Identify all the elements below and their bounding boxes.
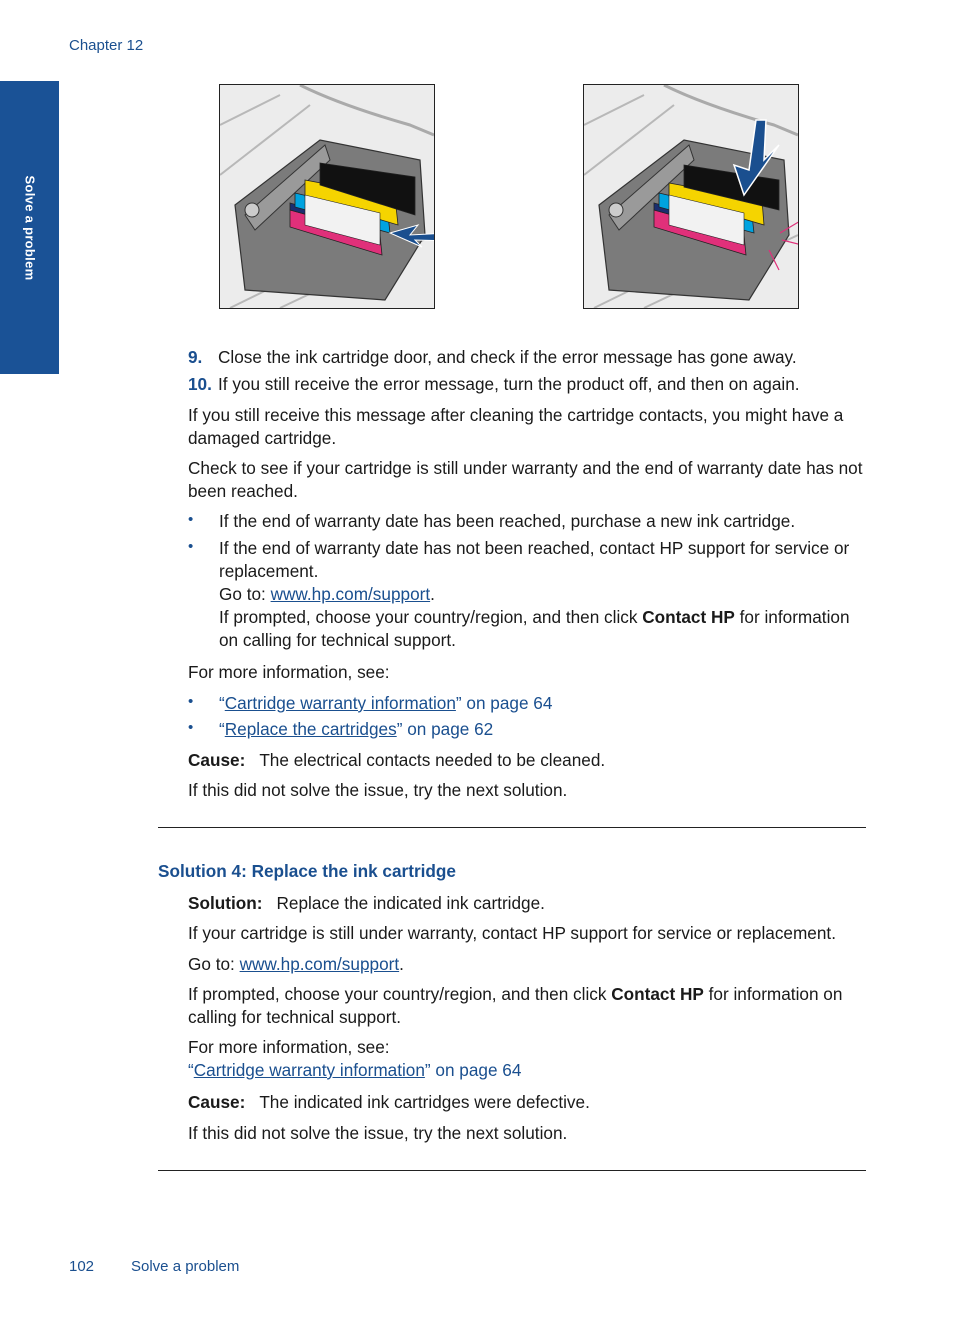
next-solution-note: If this did not solve the issue, try the… [188, 1123, 568, 1143]
bullet-warranty-reached: If the end of warranty date has been rea… [219, 511, 796, 531]
hp-support-link[interactable]: www.hp.com/support [271, 584, 431, 604]
contact-hp-label: Contact HP [642, 607, 735, 627]
goto-label: Go to: [188, 954, 240, 974]
footer-section-title: Solve a problem [131, 1258, 240, 1275]
bullet-text: If the end of warranty date has not been… [219, 538, 850, 581]
cause-text: The indicated ink cartridges were defect… [259, 1092, 590, 1112]
cause-solution-3: Cause: The electrical contacts needed to … [188, 749, 868, 772]
solution-4-prompt: If prompted, choose your country/region,… [188, 983, 868, 1029]
bullet-warranty-not-reached: If the end of warranty date has not been… [219, 537, 869, 652]
cartridge-warranty-link[interactable]: Cartridge warranty information [225, 693, 456, 713]
solution-4-warranty: If your cartridge is still under warrant… [188, 923, 836, 943]
goto-suffix: . [430, 584, 435, 604]
cause-label: Cause: [188, 750, 246, 770]
solution-text: Replace the indicated ink cartridge. [276, 893, 545, 913]
section-divider [158, 827, 866, 828]
solution-4-goto: Go to: www.hp.com/support. [188, 953, 868, 976]
page-ref: ” on page 64 [424, 1060, 522, 1080]
prompt-text: If prompted, choose your country/region,… [219, 607, 643, 627]
hp-support-link[interactable]: www.hp.com/support [240, 954, 400, 974]
bullet-icon: • [188, 511, 194, 528]
step-10: 10. If you still receive the error messag… [188, 373, 868, 396]
solution-label: Solution: [188, 893, 263, 913]
more-info-label: For more information, see: [188, 662, 390, 682]
chapter-header: Chapter 12 [69, 37, 144, 54]
cartridge-latch-lift-illustration [219, 84, 435, 309]
step-text: Close the ink cartridge door, and check … [218, 347, 797, 367]
more-info-label: For more information, see: [188, 1037, 390, 1057]
page-number: 102 [69, 1258, 95, 1275]
next-solution-note: If this did not solve the issue, try the… [188, 780, 568, 800]
page-ref: ” on page 64 [455, 693, 553, 713]
step-number: 9. [188, 347, 203, 367]
solution-4-heading: Solution 4: Replace the ink cartridge [158, 861, 456, 881]
cartridge-press-down-illustration [583, 84, 799, 309]
step-text: If you still receive the error message, … [218, 374, 800, 394]
side-tab: Solve a problem [0, 81, 59, 374]
step-9: 9. Close the ink cartridge door, and chec… [188, 346, 868, 369]
cause-text: The electrical contacts needed to be cle… [259, 750, 606, 770]
contact-hp-label: Contact HP [611, 984, 704, 1004]
paragraph-check-warranty: Check to see if your cartridge is still … [188, 458, 863, 501]
solution-4-statement: Solution: Replace the indicated ink cartr… [188, 892, 868, 915]
solution-4-more-info: For more information, see: “Cartridge wa… [188, 1036, 868, 1082]
goto-suffix: . [399, 954, 404, 974]
paragraph-damaged-cartridge: If you still receive this message after … [188, 405, 844, 448]
bullet-icon: • [188, 538, 194, 555]
page-ref: ” on page 62 [396, 719, 494, 739]
bullet-icon: • [188, 693, 194, 710]
more-info-item: “Replace the cartridges” on page 62 [219, 718, 869, 741]
section-divider [158, 1170, 866, 1171]
bullet-icon: • [188, 719, 194, 736]
cartridge-warranty-link[interactable]: Cartridge warranty information [194, 1060, 425, 1080]
goto-label: Go to: [219, 584, 271, 604]
step-number: 10. [188, 374, 212, 394]
prompt-text: If prompted, choose your country/region,… [188, 984, 612, 1004]
more-info-item: “Cartridge warranty information” on page… [219, 692, 869, 715]
cause-label: Cause: [188, 1092, 246, 1112]
cause-solution-4: Cause: The indicated ink cartridges were … [188, 1091, 868, 1114]
replace-cartridges-link[interactable]: Replace the cartridges [225, 719, 397, 739]
side-tab-label: Solve a problem [22, 175, 37, 280]
